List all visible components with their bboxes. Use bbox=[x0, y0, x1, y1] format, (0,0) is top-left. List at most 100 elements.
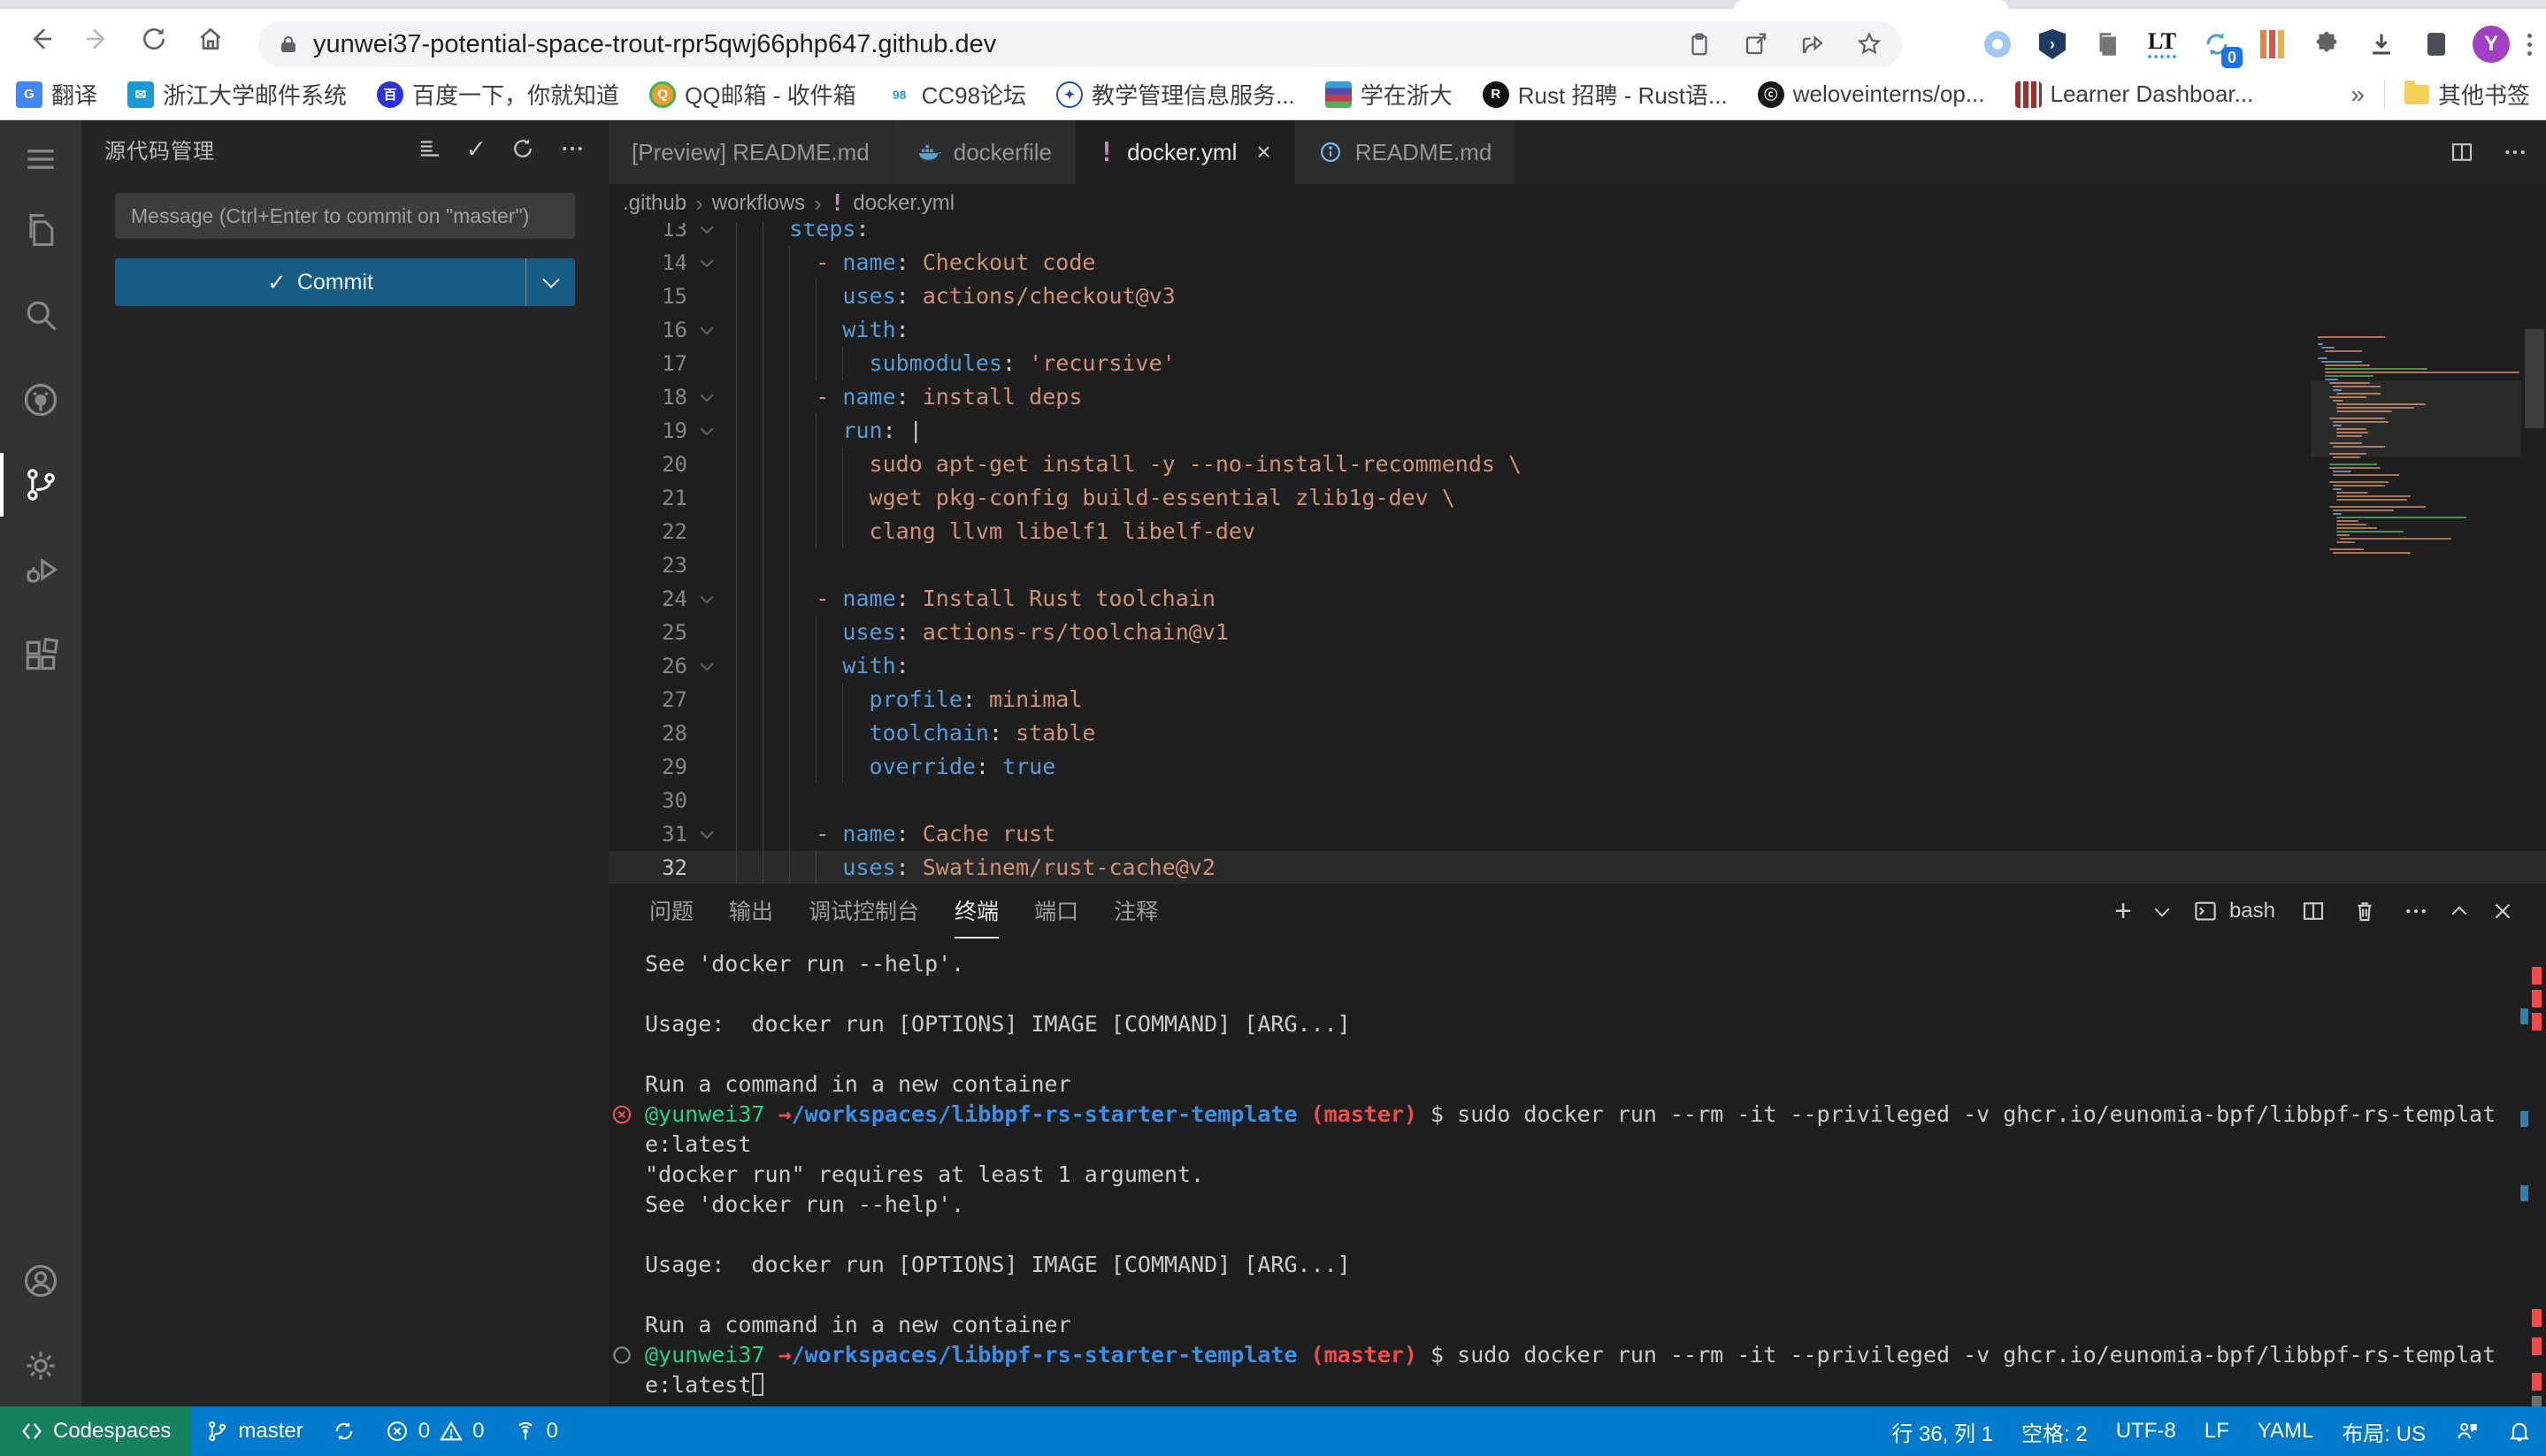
search-icon[interactable] bbox=[0, 276, 81, 354]
more-icon[interactable] bbox=[559, 135, 586, 162]
bookmark-item[interactable]: ✦教学管理信息服务... bbox=[1056, 78, 1295, 111]
bookmarks-overflow-icon[interactable]: » bbox=[2350, 80, 2365, 109]
status-ports[interactable]: 0 bbox=[499, 1406, 572, 1456]
maximize-panel-icon[interactable] bbox=[2452, 907, 2467, 922]
panel-tab-2[interactable]: 调试控制台 bbox=[809, 884, 919, 939]
fold-chevron-icon[interactable] bbox=[687, 414, 725, 448]
colored-columns-icon[interactable] bbox=[2253, 26, 2290, 63]
status-notifications[interactable] bbox=[2493, 1406, 2546, 1456]
terminal-shell-selector[interactable]: bash bbox=[2192, 898, 2275, 924]
bookmark-item[interactable]: ⓒweloveinterns/op... bbox=[1758, 80, 1985, 108]
view-as-list-icon[interactable] bbox=[417, 135, 443, 162]
reading-panel-icon[interactable] bbox=[2418, 26, 2455, 63]
status-encoding[interactable]: UTF-8 bbox=[2102, 1406, 2190, 1456]
panel-tab-0[interactable]: 问题 bbox=[649, 884, 694, 939]
address-bar[interactable]: yunwei37-potential-space-trout-rpr5qwj66… bbox=[258, 21, 1902, 67]
close-panel-icon[interactable] bbox=[2489, 898, 2516, 924]
bookmark-item[interactable]: Learner Dashboar... bbox=[2015, 80, 2254, 108]
commit-check-icon[interactable]: ✓ bbox=[466, 134, 487, 164]
editor-scrollbar[interactable] bbox=[2523, 326, 2546, 883]
other-bookmarks[interactable]: 其他书签 bbox=[2404, 78, 2530, 111]
commit-message-input[interactable] bbox=[115, 193, 575, 239]
fold-chevron-icon[interactable] bbox=[687, 223, 725, 246]
panel-tab-3[interactable]: 终端 bbox=[955, 884, 999, 939]
bookmark-item[interactable]: ✉浙江大学邮件系统 bbox=[127, 78, 347, 111]
clipboard-icon[interactable] bbox=[1686, 31, 1713, 57]
editor-tab-readme-md[interactable]: README.md bbox=[1295, 120, 1516, 184]
minimap[interactable] bbox=[2311, 326, 2521, 883]
minimap-viewport[interactable] bbox=[2311, 380, 2521, 456]
bookmark-item[interactable]: QQQ邮箱 - 收件箱 bbox=[649, 78, 856, 111]
editor-tab-docker-yml[interactable]: !docker.yml× bbox=[1076, 120, 1295, 184]
menu-icon[interactable] bbox=[0, 120, 81, 198]
home-icon[interactable] bbox=[188, 16, 234, 62]
code-line[interactable]: 26 with: bbox=[609, 649, 2546, 683]
split-terminal-icon[interactable] bbox=[2300, 898, 2327, 924]
commit-dropdown-button[interactable] bbox=[525, 258, 575, 306]
bookmark-item[interactable]: 学在浙大 bbox=[1325, 78, 1453, 111]
editor-tab--preview-readme-md[interactable]: [Preview] README.md bbox=[609, 120, 893, 184]
code-line[interactable]: 17 submodules: 'recursive' bbox=[609, 347, 2546, 380]
kill-terminal-icon[interactable] bbox=[2351, 898, 2378, 924]
code-line[interactable]: 14 - name: Checkout code bbox=[609, 246, 2546, 280]
fold-chevron-icon[interactable] bbox=[687, 313, 725, 347]
source-control-icon[interactable] bbox=[0, 446, 81, 524]
code-line[interactable]: 27 profile: minimal bbox=[609, 683, 2546, 717]
blue-circle-icon[interactable] bbox=[1979, 26, 2016, 63]
code-line[interactable]: 22 clang llvm libelf1 libelf-dev bbox=[609, 515, 2546, 548]
status-sync[interactable] bbox=[318, 1406, 371, 1456]
profile-avatar[interactable]: Y bbox=[2473, 26, 2510, 63]
explorer-icon[interactable] bbox=[0, 191, 81, 269]
lock-icon[interactable] bbox=[278, 32, 299, 57]
code-line[interactable]: 16 with: bbox=[609, 313, 2546, 347]
browser-active-tab[interactable] bbox=[1734, 0, 2008, 9]
status-feedback[interactable] bbox=[2440, 1406, 2493, 1456]
status-cursor-position[interactable]: 行 36, 列 1 bbox=[1877, 1406, 2007, 1456]
fold-chevron-icon[interactable] bbox=[687, 246, 725, 280]
status-problems[interactable]: 00 bbox=[371, 1406, 499, 1456]
code-line[interactable]: 24 - name: Install Rust toolchain bbox=[609, 582, 2546, 616]
fold-chevron-icon[interactable] bbox=[687, 649, 725, 683]
url-text[interactable]: yunwei37-potential-space-trout-rpr5qwj66… bbox=[313, 30, 996, 59]
code-editor[interactable]: 13 steps:14 - name: Checkout code15 uses… bbox=[609, 223, 2546, 883]
fold-chevron-icon[interactable] bbox=[687, 380, 725, 414]
terminal-dropdown-icon[interactable] bbox=[2154, 901, 2169, 916]
extensions-icon[interactable] bbox=[0, 616, 81, 694]
editor-tab-dockerfile[interactable]: dockerfile bbox=[893, 120, 1076, 184]
code-line[interactable]: 32 uses: Swatinem/rust-cache@v2 bbox=[609, 851, 2546, 883]
navy-shield-icon[interactable]: › bbox=[2034, 26, 2071, 63]
languagetool-icon[interactable]: LT bbox=[2143, 26, 2181, 63]
status-eol[interactable]: LF bbox=[2190, 1406, 2243, 1456]
new-terminal-icon[interactable]: + bbox=[2114, 896, 2132, 926]
open-in-new-icon[interactable] bbox=[1743, 31, 1769, 57]
share-icon[interactable] bbox=[1799, 31, 1826, 57]
status-language-mode[interactable]: YAML bbox=[2243, 1406, 2328, 1456]
code-line[interactable]: 28 toolchain: stable bbox=[609, 717, 2546, 750]
bookmark-item[interactable]: 百百度一下，你就知道 bbox=[377, 78, 619, 111]
split-editor-icon[interactable] bbox=[2449, 139, 2475, 165]
code-line[interactable]: 29 override: true bbox=[609, 750, 2546, 784]
code-line[interactable]: 30 bbox=[609, 784, 2546, 817]
bookmark-star-icon[interactable] bbox=[1856, 31, 1883, 57]
back-icon[interactable] bbox=[18, 16, 64, 62]
reload-icon[interactable] bbox=[131, 16, 177, 62]
panel-tab-1[interactable]: 输出 bbox=[729, 884, 773, 939]
status-remote-indicator[interactable]: Codespaces bbox=[0, 1406, 190, 1456]
breadcrumb-file[interactable]: docker.yml bbox=[853, 191, 955, 216]
run-debug-icon[interactable] bbox=[0, 531, 81, 609]
bookmark-item[interactable]: 98CC98论坛 bbox=[886, 78, 1026, 111]
breadcrumb-folder[interactable]: workflows bbox=[712, 191, 805, 216]
copy-pages-icon[interactable] bbox=[2089, 26, 2126, 63]
commit-button[interactable]: ✓ Commit bbox=[115, 258, 575, 306]
bookmark-item[interactable]: RRust 招聘 - Rust语... bbox=[1483, 78, 1728, 111]
editor-more-icon[interactable] bbox=[2502, 139, 2528, 165]
puzzle-icon[interactable] bbox=[2308, 26, 2345, 63]
code-line[interactable]: 25 uses: actions-rs/toolchain@v1 bbox=[609, 616, 2546, 649]
code-line[interactable]: 21 wget pkg-config build-essential zlib1… bbox=[609, 481, 2546, 515]
code-line[interactable]: 31 - name: Cache rust bbox=[609, 817, 2546, 851]
fold-chevron-icon[interactable] bbox=[687, 582, 725, 616]
panel-tab-5[interactable]: 注释 bbox=[1114, 884, 1158, 939]
github-icon[interactable] bbox=[0, 361, 81, 439]
close-icon[interactable]: × bbox=[1256, 138, 1270, 166]
download-icon[interactable] bbox=[2363, 26, 2400, 63]
